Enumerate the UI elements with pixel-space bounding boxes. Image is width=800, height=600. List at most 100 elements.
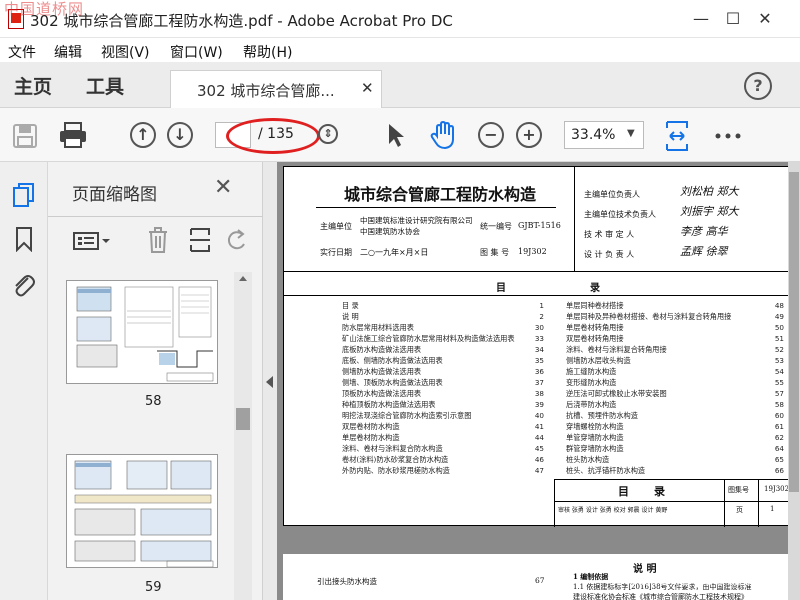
toc-left-page-number: 38 bbox=[534, 389, 544, 398]
menu-help[interactable]: 帮助(H) bbox=[243, 42, 292, 62]
close-panel-icon[interactable]: ✕ bbox=[214, 175, 232, 200]
toc-right-entry: 逆压法可卸式橡胶止水带安装图 bbox=[566, 389, 667, 398]
tab-bar: 主页 工具 302 城市综合管廊... ✕ ? bbox=[0, 62, 800, 108]
role-3-signature: 李彦 高华 bbox=[680, 225, 728, 238]
red-annotation-circle bbox=[226, 118, 320, 154]
tab-document[interactable]: 302 城市综合管廊... ✕ bbox=[170, 70, 382, 108]
previous-page-icon[interactable]: ↑ bbox=[130, 122, 156, 148]
close-tab-icon[interactable]: ✕ bbox=[361, 79, 374, 97]
role-1-signature: 刘松柏 郑大 bbox=[680, 185, 739, 198]
toc-left-page-number: 39 bbox=[534, 400, 544, 409]
pdf-page-1: 城市综合管廊工程防水构造 主编单位 中国建筑标准设计研究院有限公司 中国建筑防水… bbox=[283, 166, 798, 527]
page-thumbnails-icon[interactable] bbox=[12, 182, 36, 208]
toc-right-page-number: 54 bbox=[774, 367, 784, 376]
close-window-button[interactable]: ✕ bbox=[754, 8, 776, 30]
toc-heading-left: 目 bbox=[496, 283, 506, 294]
bookmark-icon[interactable] bbox=[14, 226, 34, 252]
toc-right-page-number: 51 bbox=[774, 334, 784, 343]
editor-units-label: 主编单位 bbox=[320, 222, 352, 231]
fit-page-icon[interactable] bbox=[664, 120, 690, 152]
toc-left-entry: 顶板防水构造做法选用表 bbox=[342, 389, 422, 398]
toc-left-entry: 防水层常用材料选用表 bbox=[342, 323, 414, 332]
toc-right-page-number: 66 bbox=[774, 466, 784, 475]
toc-right-page-number: 48 bbox=[774, 301, 784, 310]
titleblock-atlas-no: 19J302 bbox=[764, 485, 790, 493]
page-stepper-icon[interactable]: ⇕ bbox=[318, 124, 338, 144]
titleblock-name-right: 录 bbox=[654, 485, 665, 498]
toc-left-page-number: 40 bbox=[534, 411, 544, 420]
toc-right-entry: 穿墙螺栓防水构造 bbox=[566, 422, 624, 431]
toc-left-entry: 外防内贴、防水砂浆甩槎防水构造 bbox=[342, 466, 450, 475]
toc-left-entry: 明挖法现浇综合管廊防水构造索引示意图 bbox=[342, 411, 472, 420]
thumbnail-options-icon[interactable] bbox=[72, 230, 112, 252]
help-icon[interactable]: ? bbox=[744, 72, 772, 100]
toc-right-entry: 群管穿墙防水构造 bbox=[566, 444, 624, 453]
thumbnail-scrollbar[interactable] bbox=[234, 272, 252, 600]
impl-date-label: 实行日期 bbox=[320, 248, 352, 257]
thumbnail-number-59: 59 bbox=[145, 580, 162, 595]
window-title: 302 城市综合管廊工程防水构造.pdf - Adobe Acrobat Pro… bbox=[30, 12, 453, 30]
toc-left-page-number: 37 bbox=[534, 378, 544, 387]
insert-page-icon[interactable] bbox=[188, 226, 212, 254]
delete-page-icon[interactable] bbox=[146, 226, 170, 254]
save-icon[interactable] bbox=[12, 123, 38, 149]
document-view[interactable]: 城市综合管廊工程防水构造 主编单位 中国建筑标准设计研究院有限公司 中国建筑防水… bbox=[277, 162, 800, 600]
chevron-down-icon: ▼ bbox=[627, 128, 635, 139]
print-icon[interactable] bbox=[58, 121, 88, 149]
toc-right-entry: 侧墙防水层收头构造 bbox=[566, 356, 631, 365]
toc-right-page-number: 62 bbox=[774, 433, 784, 442]
document-scrollbar[interactable] bbox=[788, 162, 800, 600]
uniform-code: GJBT-1516 bbox=[518, 221, 561, 230]
toc-left-page-number: 33 bbox=[534, 334, 544, 343]
atlas-label: 图 集 号 bbox=[480, 248, 510, 257]
toc-right-entry: 单层卷材转角甩接 bbox=[566, 323, 624, 332]
zoom-value: 33.4% bbox=[571, 127, 616, 143]
menu-window[interactable]: 窗口(W) bbox=[170, 42, 223, 62]
titleblock-page-label: 页 bbox=[736, 506, 743, 514]
collapse-arrow-icon bbox=[266, 376, 273, 388]
thumbnail-page-58[interactable] bbox=[66, 280, 218, 384]
tab-home[interactable]: 主页 bbox=[14, 72, 52, 99]
role-4-label: 设 计 负 责 人 bbox=[584, 250, 635, 259]
watermark-bottom: www.cnzdao.com bbox=[610, 570, 773, 590]
page2-line1: 引出接头防水构造 bbox=[317, 577, 377, 586]
toc-right-entry: 双层卷材转角甩接 bbox=[566, 334, 624, 343]
hand-tool-icon[interactable] bbox=[428, 120, 458, 150]
zoom-out-icon[interactable]: − bbox=[478, 122, 504, 148]
thumbnail-page-59[interactable] bbox=[66, 454, 218, 568]
toc-right-entry: 变形缝防水构造 bbox=[566, 378, 617, 387]
menu-view[interactable]: 视图(V) bbox=[101, 42, 150, 62]
page2-line4: 建设标准化协会标准《城市综合管廊防水工程技术规程》 bbox=[573, 593, 748, 600]
toolbar: ↑ ↓ / 135 − + 33.4% ▼ bbox=[0, 108, 800, 162]
role-2-label: 主编单位技术负责人 bbox=[584, 210, 656, 219]
toc-right-entry: 涂料、卷材与涂料复合转角甩接 bbox=[566, 345, 667, 354]
menu-edit[interactable]: 编辑 bbox=[54, 42, 82, 62]
menu-file[interactable]: 文件 bbox=[8, 42, 36, 62]
toc-left-page-number: 44 bbox=[534, 433, 544, 442]
toc-left-entry: 种植顶板防水构造做法选用表 bbox=[342, 400, 436, 409]
toc-left-entry: 侧墙防水构造做法选用表 bbox=[342, 367, 422, 376]
toc-left-entry: 单层卷材防水构造 bbox=[342, 433, 400, 442]
toc-left-page-number: 35 bbox=[534, 356, 544, 365]
select-cursor-icon[interactable] bbox=[386, 122, 406, 148]
zoom-select[interactable]: 33.4% ▼ bbox=[564, 121, 644, 149]
toc-left-page-number: 1 bbox=[539, 301, 544, 310]
toc-right-page-number: 49 bbox=[774, 312, 784, 321]
collapse-panel-handle[interactable] bbox=[263, 162, 277, 600]
thumbnail-scroll-thumb[interactable] bbox=[236, 408, 250, 430]
more-options-icon[interactable] bbox=[714, 132, 742, 140]
editor-unit-1: 中国建筑标准设计研究院有限公司 bbox=[360, 216, 473, 225]
next-page-icon[interactable]: ↓ bbox=[167, 122, 193, 148]
zoom-in-icon[interactable]: + bbox=[516, 122, 542, 148]
minimize-button[interactable]: — bbox=[690, 8, 712, 30]
rotate-page-icon[interactable] bbox=[226, 228, 248, 252]
titleblock-name-left: 目 bbox=[618, 485, 629, 498]
toc-left-entry: 底板防水构造做法选用表 bbox=[342, 345, 422, 354]
toc-left-page-number: 34 bbox=[534, 345, 544, 354]
toc-left-page-number: 30 bbox=[534, 323, 544, 332]
maximize-button[interactable]: ☐ bbox=[722, 8, 744, 30]
tab-tools[interactable]: 工具 bbox=[86, 72, 124, 99]
attachment-icon[interactable] bbox=[10, 272, 36, 298]
titleblock-page-no: 1 bbox=[770, 505, 775, 513]
document-scroll-thumb[interactable] bbox=[789, 172, 799, 492]
